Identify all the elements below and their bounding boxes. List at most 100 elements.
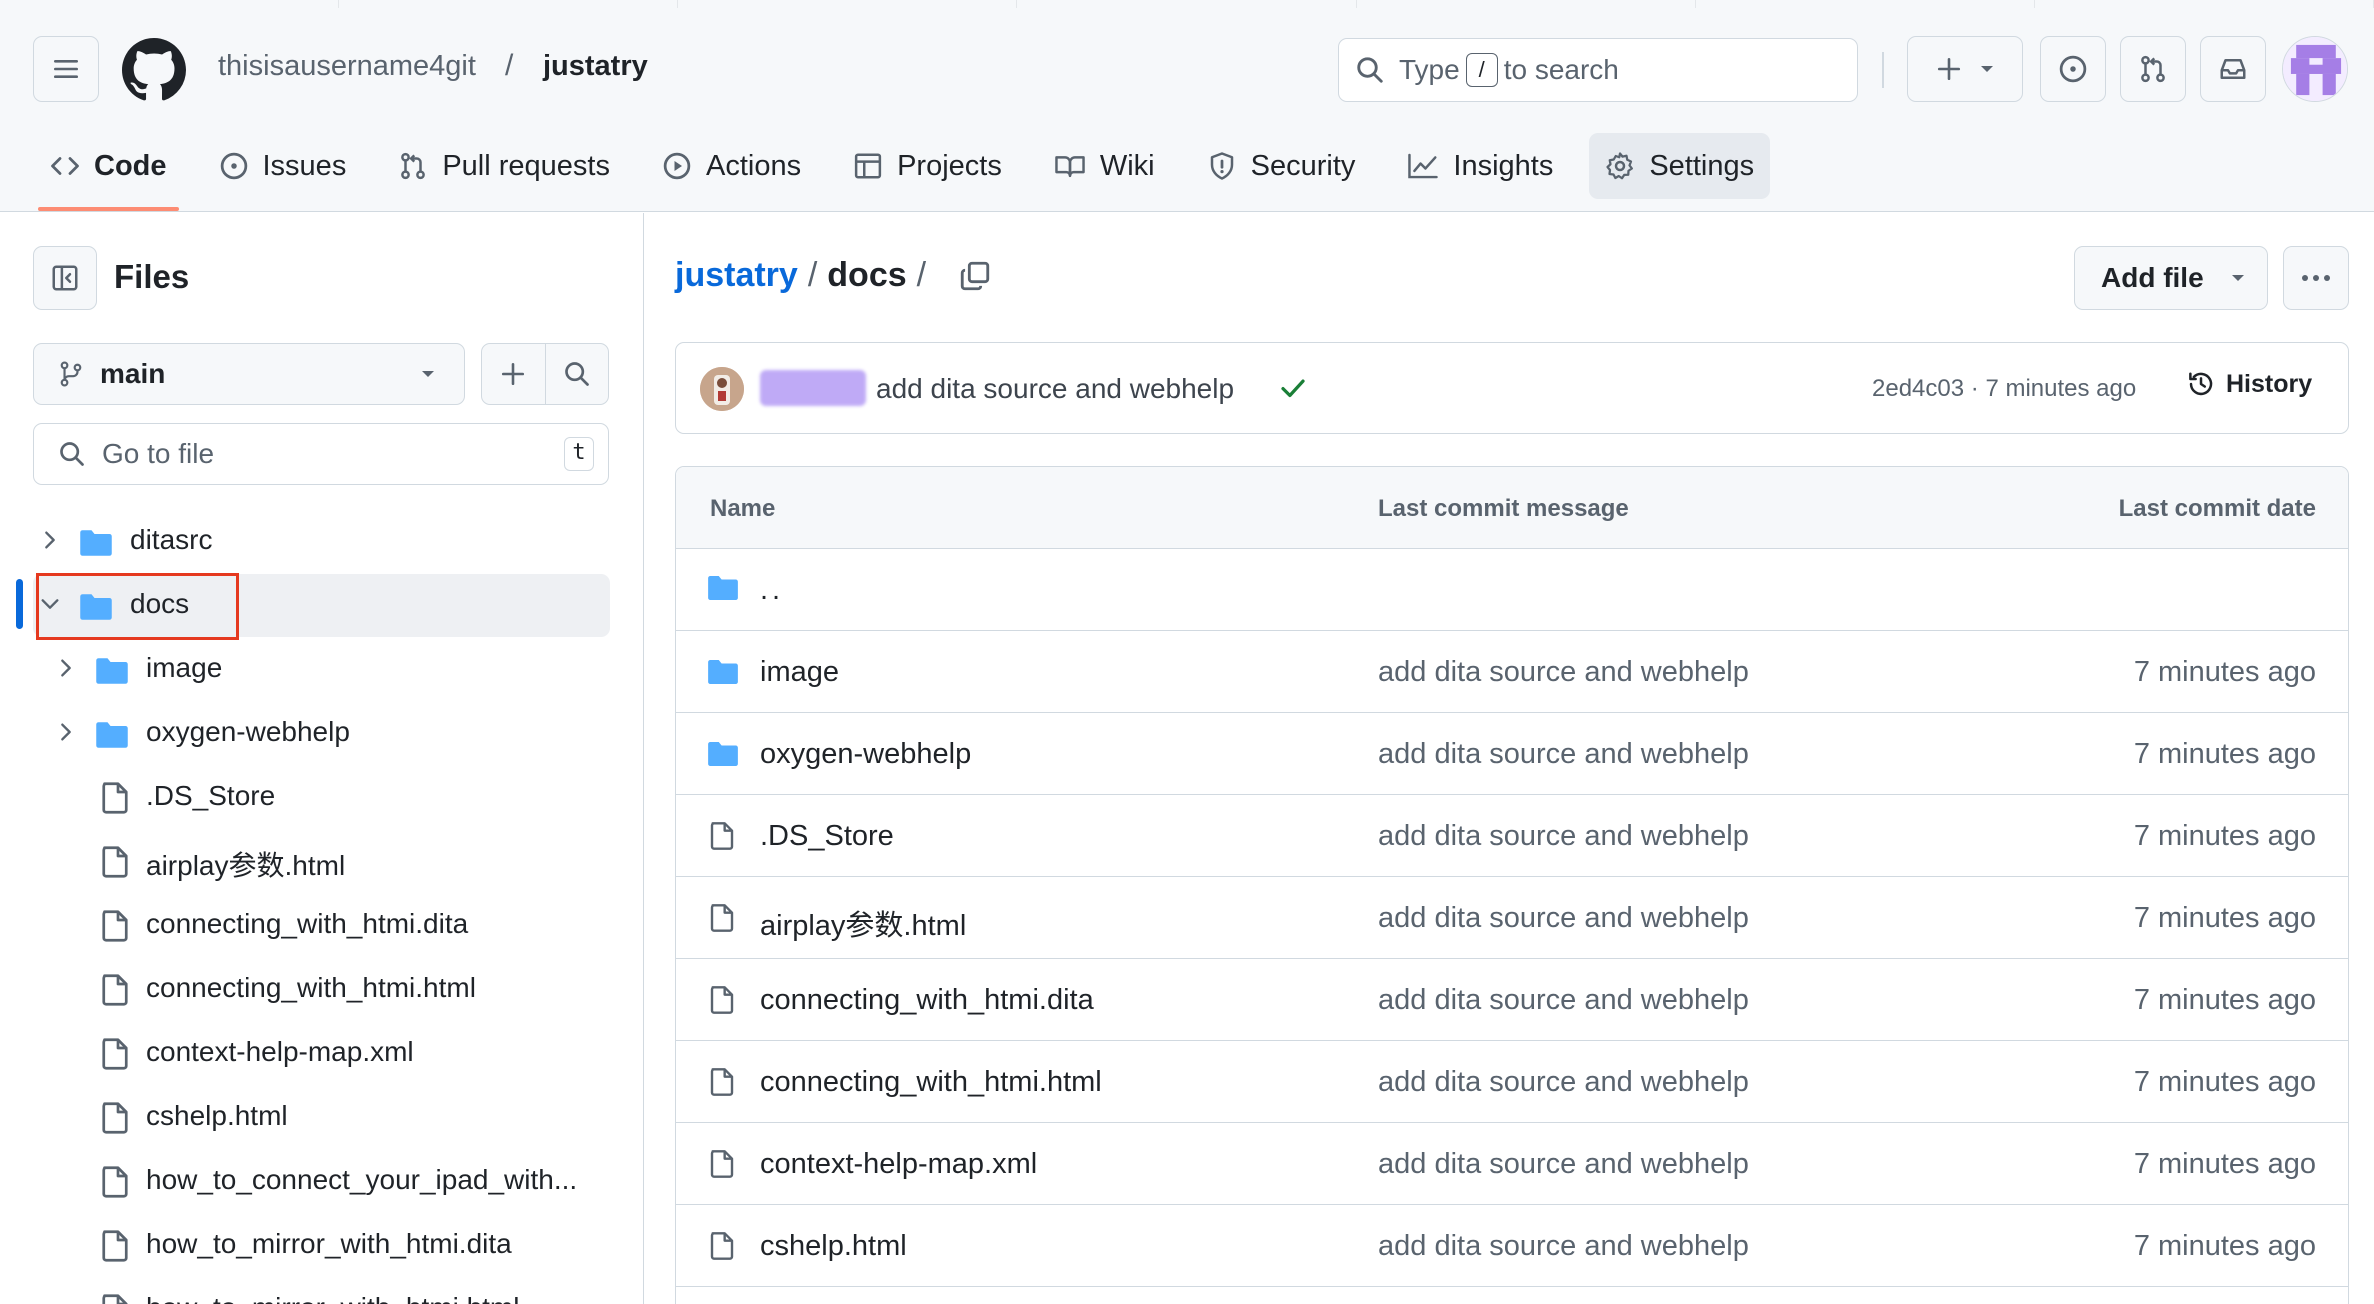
- commit-date: 7 minutes ago: [2133, 738, 2316, 770]
- breadcrumb-separator: /: [505, 49, 514, 82]
- file-name-link[interactable]: oxygen-webhelp: [760, 738, 971, 771]
- chevron-right-icon[interactable]: [55, 657, 77, 679]
- commit-date: 7 minutes ago: [2133, 820, 2316, 852]
- notifications-button[interactable]: [2200, 36, 2266, 102]
- search-icon: [564, 362, 589, 386]
- tab-settings[interactable]: Settings: [1589, 133, 1771, 199]
- folder-icon: [96, 658, 128, 684]
- check-icon[interactable]: [1278, 373, 1308, 403]
- triangle-down-icon: [422, 371, 434, 377]
- commit-message-link[interactable]: add dita source and webhelp: [1378, 820, 1749, 853]
- tab-insights[interactable]: Insights: [1391, 133, 1569, 199]
- tab-wiki[interactable]: Wiki: [1038, 133, 1171, 199]
- commit-message-link[interactable]: add dita source and webhelp: [1378, 1230, 1749, 1263]
- file-name-link[interactable]: context-help-map.xml: [760, 1148, 1037, 1181]
- tab-pull-requests[interactable]: Pull requests: [382, 133, 626, 199]
- annotation-highlight-box: [36, 573, 239, 640]
- file-name-link[interactable]: connecting_with_htmi.dita: [760, 984, 1094, 1017]
- your-issues-button[interactable]: [2040, 36, 2106, 102]
- search-icon: [1357, 57, 1383, 83]
- tree-file-item[interactable]: how_to_mirror_with_htmi.html: [0, 1276, 644, 1304]
- breadcrumb-repo-link[interactable]: justatry: [675, 256, 798, 295]
- parent-directory-row[interactable]: ..: [676, 549, 2348, 631]
- user-avatar-button[interactable]: [2282, 36, 2348, 102]
- tree-file-item[interactable]: context-help-map.xml: [0, 1020, 644, 1084]
- tree-item-label: airplay参数.html: [146, 850, 346, 881]
- file-icon: [102, 846, 128, 878]
- chevron-right-icon[interactable]: [39, 529, 61, 551]
- commit-message-link[interactable]: add dita source and webhelp: [1378, 1148, 1749, 1181]
- tree-file-item[interactable]: connecting_with_htmi.dita: [0, 892, 644, 956]
- commit-sha[interactable]: 2ed4c03: [1872, 375, 1964, 402]
- book-icon: [1055, 156, 1085, 178]
- collapse-file-tree-button[interactable]: [33, 246, 97, 310]
- parent-directory-link[interactable]: ..: [760, 574, 784, 607]
- tree-item-label: image: [146, 652, 223, 683]
- commit-message-link[interactable]: add dita source and webhelp: [1378, 902, 1749, 935]
- tree-file-item[interactable]: connecting_with_htmi.html: [0, 956, 644, 1020]
- history-button[interactable]: History: [2186, 369, 2312, 399]
- file-name-link[interactable]: airplay参数.html: [760, 902, 966, 944]
- commit-author-name-redacted[interactable]: [760, 370, 866, 406]
- tab-actions[interactable]: Actions: [646, 133, 817, 199]
- tab-label: Pull requests: [442, 149, 610, 182]
- tree-file-item[interactable]: airplay参数.html: [0, 828, 644, 892]
- commit-message-link[interactable]: add dita source and webhelp: [1378, 984, 1749, 1017]
- tree-file-item[interactable]: how_to_connect_your_ipad_with...: [0, 1148, 644, 1212]
- global-header: thisisausername4git / justatry Type / to…: [0, 0, 2374, 212]
- commit-author-avatar[interactable]: [700, 367, 744, 411]
- tree-folder-item[interactable]: image: [0, 636, 644, 700]
- file-name-link[interactable]: cshelp.html: [760, 1230, 907, 1263]
- file-name-link[interactable]: connecting_with_htmi.html: [760, 1066, 1102, 1099]
- tree-folder-item[interactable]: ditasrc: [0, 508, 644, 572]
- file-icon: [102, 1294, 128, 1304]
- tree-folder-item[interactable]: oxygen-webhelp: [0, 700, 644, 764]
- commit-message-link[interactable]: add dita source and webhelp: [1378, 1066, 1749, 1099]
- tree-file-item[interactable]: cshelp.html: [0, 1084, 644, 1148]
- tab-security[interactable]: Security: [1191, 133, 1372, 199]
- global-search-input[interactable]: Type / to search: [1338, 38, 1858, 102]
- your-pull-requests-button[interactable]: [2120, 36, 2186, 102]
- file-icon: [102, 782, 128, 814]
- tab-projects[interactable]: Projects: [837, 133, 1018, 199]
- tree-file-item[interactable]: .DS_Store: [0, 764, 644, 828]
- code-icon: [51, 157, 79, 175]
- add-file-tree-button[interactable]: [482, 344, 546, 404]
- branch-selector[interactable]: main: [33, 343, 465, 405]
- copy-path-icon[interactable]: [958, 259, 992, 293]
- issue-icon: [2059, 55, 2087, 83]
- file-name-link[interactable]: .DS_Store: [760, 820, 894, 853]
- create-new-button[interactable]: [1907, 36, 2023, 102]
- commit-message-link[interactable]: add dita source and webhelp: [1378, 738, 1749, 771]
- owner-link[interactable]: thisisausername4git: [218, 50, 476, 83]
- breadcrumb-trailing-separator: /: [916, 256, 927, 294]
- search-prefix: Type: [1399, 54, 1460, 85]
- tree-item-label: how_to_mirror_with_htmi.html: [146, 1292, 519, 1304]
- folder-icon: [708, 741, 738, 767]
- repo-link[interactable]: justatry: [543, 50, 648, 83]
- more-options-button[interactable]: [2283, 246, 2349, 310]
- github-logo-icon[interactable]: [122, 38, 186, 102]
- add-file-button[interactable]: Add file: [2074, 246, 2268, 310]
- commit-date: 7 minutes ago: [2133, 984, 2316, 1016]
- file-name-link[interactable]: image: [760, 656, 839, 689]
- file-icon: [710, 1068, 734, 1096]
- chevron-right-icon[interactable]: [55, 721, 77, 743]
- graph-icon: [1408, 153, 1439, 179]
- commit-message-link[interactable]: add dita source and webhelp: [876, 373, 1234, 405]
- go-to-file-input[interactable]: Go to file t: [33, 423, 609, 485]
- pull-request-icon: [401, 152, 426, 180]
- search-tree-button[interactable]: [546, 344, 609, 404]
- issue-icon: [220, 152, 247, 180]
- tab-code[interactable]: Code: [34, 133, 183, 211]
- commit-message-link[interactable]: add dita source and webhelp: [1378, 656, 1749, 689]
- file-icon: [710, 822, 734, 850]
- column-header-message: Last commit message: [1378, 495, 1629, 522]
- commit-meta-dot: ·: [1970, 375, 1979, 402]
- tab-label: Insights: [1453, 149, 1554, 182]
- breadcrumb-separator: /: [807, 256, 818, 294]
- latest-commit-bar: add dita source and webhelp 2ed4c03 · 7 …: [675, 342, 2349, 434]
- tree-file-item[interactable]: how_to_mirror_with_htmi.dita: [0, 1212, 644, 1276]
- open-menu-button[interactable]: [33, 36, 99, 102]
- tab-issues[interactable]: Issues: [203, 133, 363, 199]
